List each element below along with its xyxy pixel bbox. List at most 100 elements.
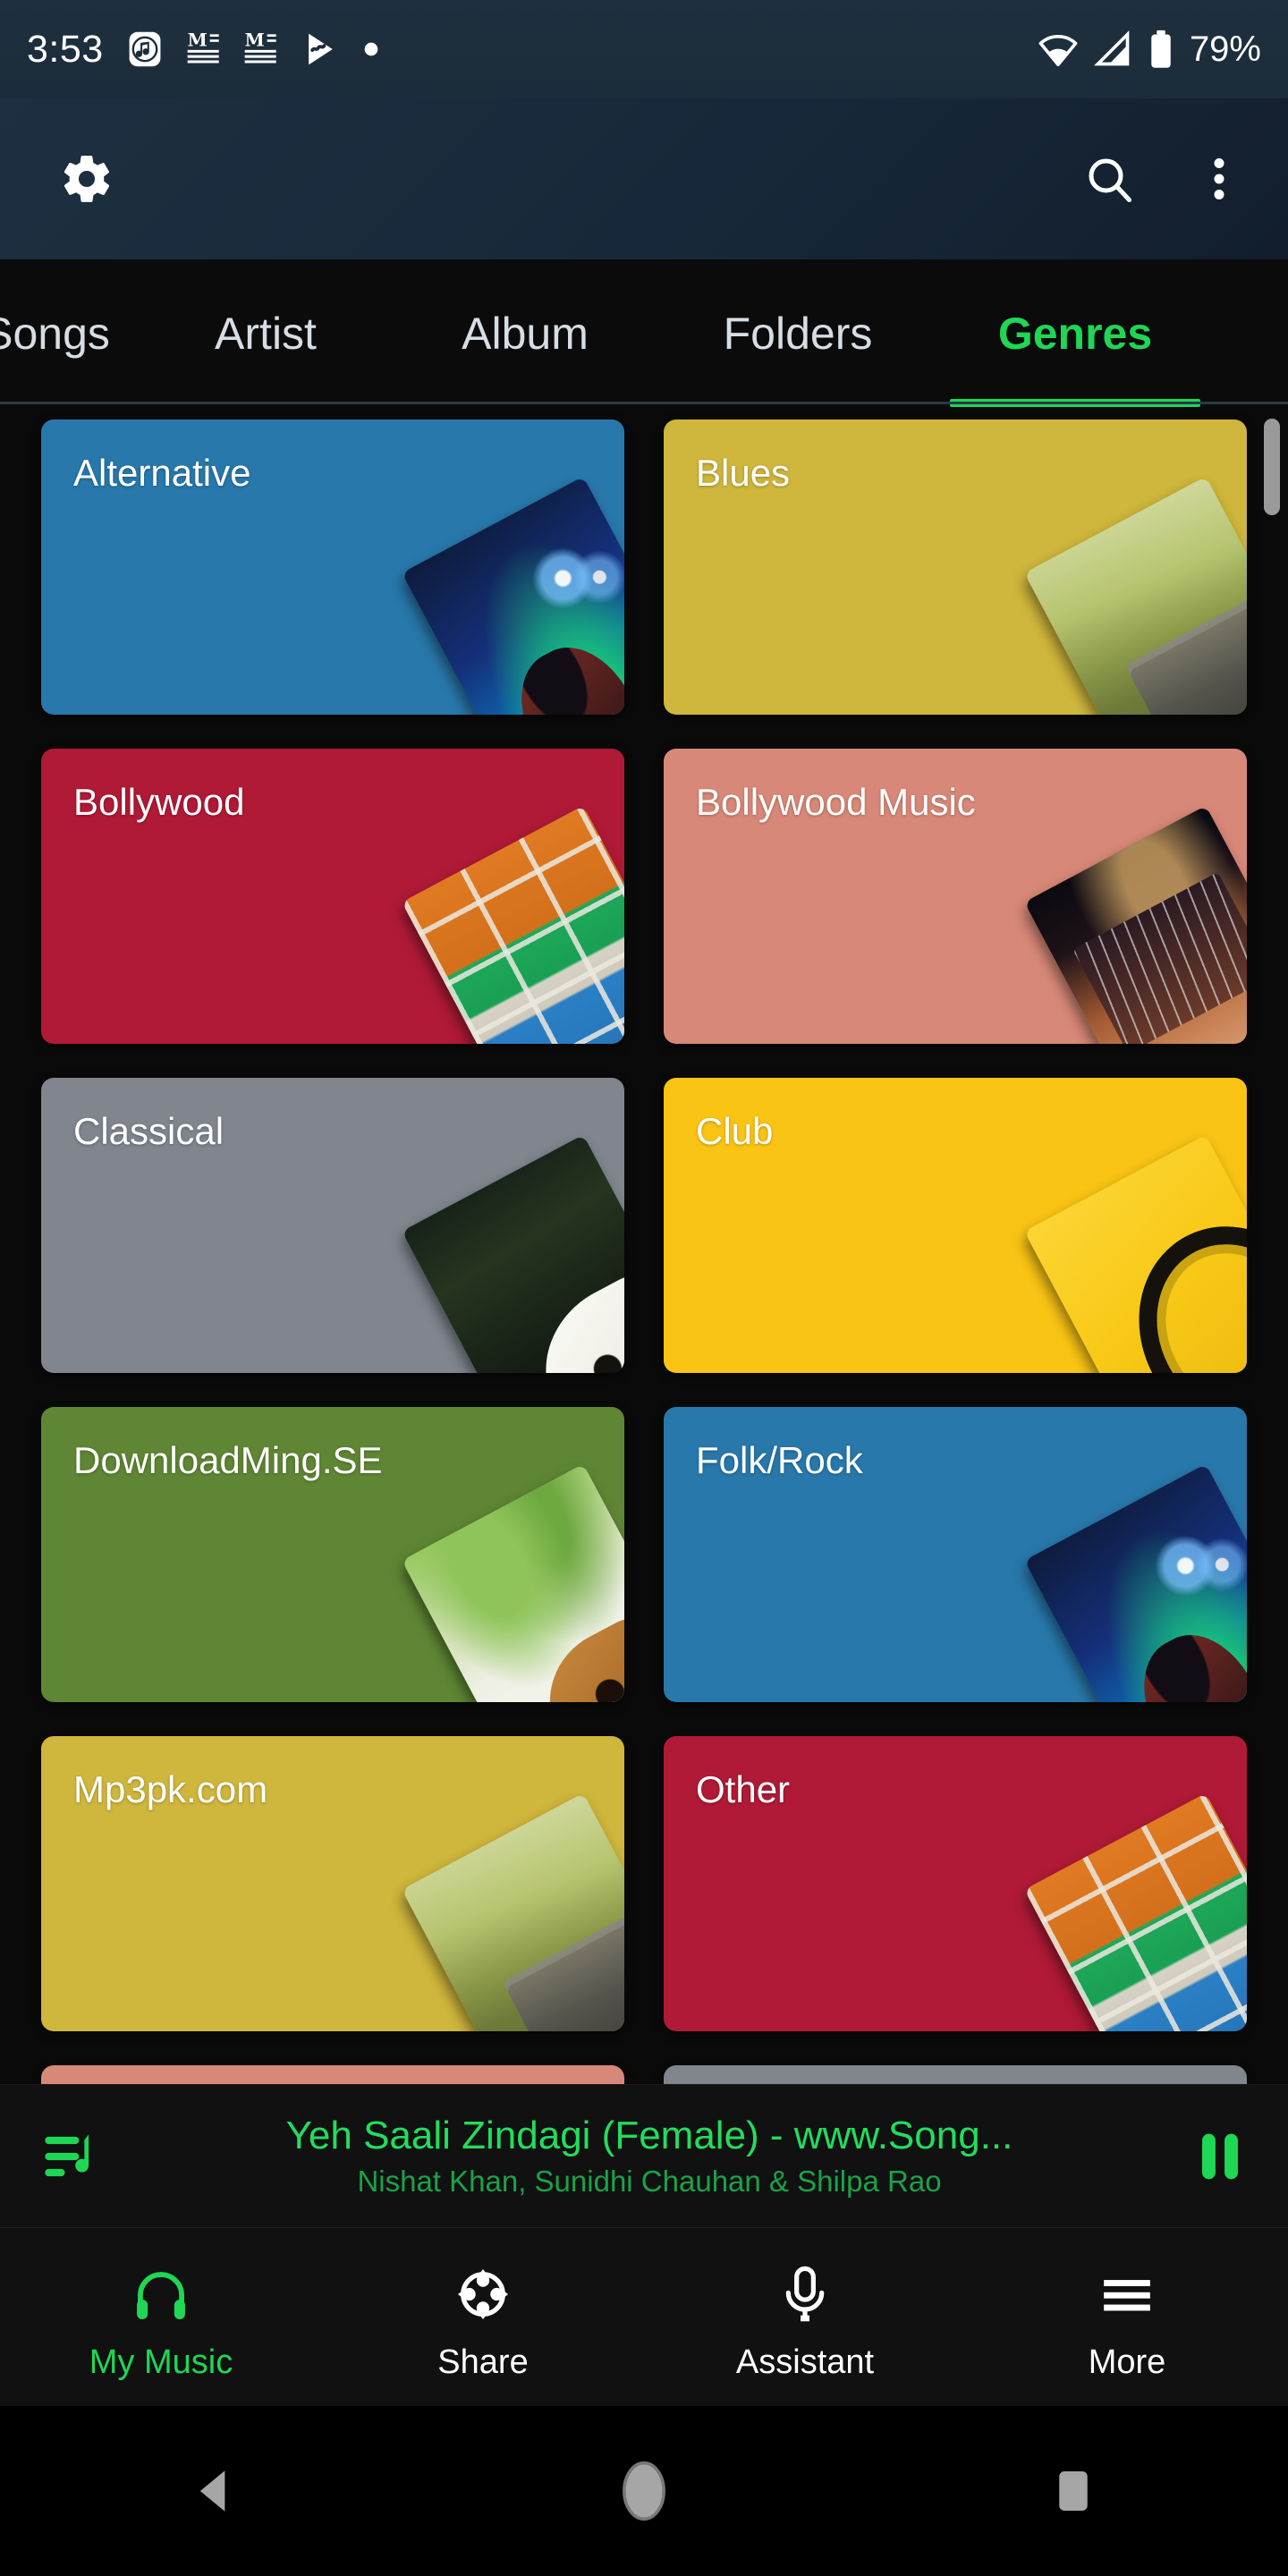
genre-card-thumbnail: [402, 1792, 624, 2031]
genre-card[interactable]: DownloadMing.SE: [41, 1407, 624, 1702]
genre-grid: Alternative Blues Bollywood Bollywood Music…: [0, 407, 1288, 2084]
medium-icon: M: [244, 30, 276, 64]
wifi-icon: [1038, 34, 1078, 67]
genre-card-artwork: [402, 805, 624, 1044]
genre-card[interactable]: Bollywood: [41, 749, 624, 1044]
genre-card-thumbnail: [402, 805, 624, 1044]
tab-bar-inner: Songs Artist Album Folders Genres: [0, 259, 1209, 407]
status-bar-right: 79%: [1038, 29, 1261, 70]
genre-card-thumbnail: [1024, 476, 1247, 715]
genre-card-thumbnail: [402, 1463, 624, 1702]
genre-card-label: Classical: [73, 1110, 225, 1152]
genre-card[interactable]: Blues: [664, 419, 1247, 715]
share-icon: [457, 2268, 509, 2320]
android-back-button[interactable]: [0, 2463, 429, 2519]
android-recents-button[interactable]: [859, 2463, 1288, 2519]
recents-square-icon: [1059, 2471, 1088, 2511]
genre-card-thumbnail: [1024, 1134, 1247, 1373]
overflow-menu-icon[interactable]: [1209, 152, 1229, 206]
headphones-icon: [137, 2272, 185, 2320]
hamburger-icon: [1104, 2280, 1150, 2311]
music-note-icon: [129, 31, 161, 67]
play-store-icon: [308, 33, 333, 65]
nav-label: Share: [437, 2343, 529, 2381]
tab-label: Album: [462, 308, 589, 359]
gear-icon[interactable]: [59, 151, 114, 207]
android-navigation-bar: [0, 2406, 1288, 2576]
genre-card[interactable]: Folk/Rock: [664, 1407, 1247, 1702]
nav-item-share[interactable]: Share: [322, 2228, 644, 2406]
genre-card-artwork: [1024, 1792, 1247, 2031]
genre-card-thumbnail: [402, 1134, 624, 1373]
app-bar: [0, 98, 1288, 259]
tab-artist[interactable]: Artist: [136, 259, 395, 407]
genre-card-label: Alternative: [73, 452, 251, 494]
genre-card-artwork: [402, 476, 624, 715]
app-bar-actions: [1082, 152, 1229, 206]
status-bar-left: 3:53 M M: [27, 28, 1038, 72]
svg-text:M: M: [187, 30, 207, 51]
genre-card[interactable]: Classical: [41, 1078, 624, 1373]
playlist-icon[interactable]: [39, 2123, 107, 2190]
cell-signal-icon: [1094, 30, 1130, 66]
tab-songs[interactable]: Songs: [0, 259, 136, 407]
genre-card-label: DownloadMing.SE: [73, 1439, 383, 1481]
genre-card-thumbnail: [402, 476, 624, 715]
battery-percent-label: 79%: [1189, 29, 1261, 69]
search-icon[interactable]: [1082, 152, 1136, 206]
dot-icon: [364, 42, 378, 56]
tab-album[interactable]: Album: [395, 259, 655, 407]
genre-card-label: Bollywood Music: [696, 781, 976, 823]
svg-text:M: M: [244, 30, 264, 51]
microphone-icon: [785, 2266, 825, 2322]
back-triangle-icon: [200, 2470, 225, 2512]
genre-card[interactable]: Club: [664, 1078, 1247, 1373]
tab-label: Songs: [0, 308, 110, 359]
genre-card[interactable]: [664, 2065, 1247, 2084]
nav-item-assistant[interactable]: Assistant: [644, 2228, 966, 2406]
genre-card[interactable]: [41, 2065, 624, 2084]
genre-card-label: Folk/Rock: [696, 1439, 863, 1481]
now-playing-title: Yeh Saali Zindagi (Female) - www.Song...: [285, 2113, 1013, 2157]
genre-card-artwork: [402, 1792, 624, 2031]
genre-card-thumbnail: [1024, 1463, 1247, 1702]
genre-card[interactable]: Alternative: [41, 419, 624, 715]
tab-bar-divider: [0, 402, 1288, 404]
genre-card[interactable]: Mp3pk.com: [41, 1736, 624, 2031]
tab-genres[interactable]: Genres: [941, 259, 1209, 407]
tab-folders[interactable]: Folders: [655, 259, 941, 407]
genre-card-thumbnail: [1024, 1792, 1247, 2031]
android-home-button[interactable]: [429, 2459, 859, 2523]
nav-item-more[interactable]: More: [966, 2228, 1288, 2406]
tab-bar[interactable]: Songs Artist Album Folders Genres: [0, 259, 1288, 407]
genre-card-artwork: [1024, 476, 1247, 715]
now-playing-bar[interactable]: Yeh Saali Zindagi (Female) - www.Song...…: [0, 2084, 1288, 2227]
genre-card-label: Mp3pk.com: [73, 1768, 268, 1810]
genre-card-artwork: [1024, 1134, 1247, 1373]
genre-card-label: Other: [696, 1768, 791, 1810]
genre-card-artwork: [1024, 805, 1247, 1044]
pause-icon[interactable]: [1191, 2123, 1249, 2190]
genre-card-thumbnail: [1024, 805, 1247, 1044]
vertical-scrollbar-thumb[interactable]: [1264, 419, 1280, 515]
status-bar: 3:53 M M 79%: [0, 0, 1288, 98]
home-circle-icon: [623, 2461, 665, 2521]
app-screen: 3:53 M M 79% ongs Artist Album Folders G…: [0, 0, 1288, 2576]
genre-card[interactable]: Other: [664, 1736, 1247, 2031]
nav-label: Assistant: [735, 2343, 875, 2381]
genre-card-artwork: [402, 1463, 624, 1702]
genre-card[interactable]: Bollywood Music: [664, 749, 1247, 1044]
nav-label: More: [1088, 2343, 1166, 2381]
genre-card-artwork: [1024, 1463, 1247, 1702]
tab-label: Artist: [215, 308, 317, 359]
tab-label: Genres: [997, 308, 1153, 359]
bottom-navigation: My Music Share Assistant More: [0, 2227, 1288, 2406]
genre-card-label: Blues: [696, 452, 791, 494]
now-playing-artist: Nishat Khan, Sunidhi Chauhan & Shilpa Ra…: [357, 2165, 942, 2199]
genre-card-label: Club: [696, 1110, 774, 1152]
status-bar-clock: 3:53: [27, 27, 104, 71]
nav-item-my-music[interactable]: My Music: [0, 2228, 322, 2406]
genre-grid-scroll-area[interactable]: Alternative Blues Bollywood Bollywood Music…: [0, 407, 1288, 2084]
now-playing-texts: Yeh Saali Zindagi (Female) - www.Song...…: [107, 2114, 1191, 2199]
tab-label: Folders: [723, 308, 873, 359]
